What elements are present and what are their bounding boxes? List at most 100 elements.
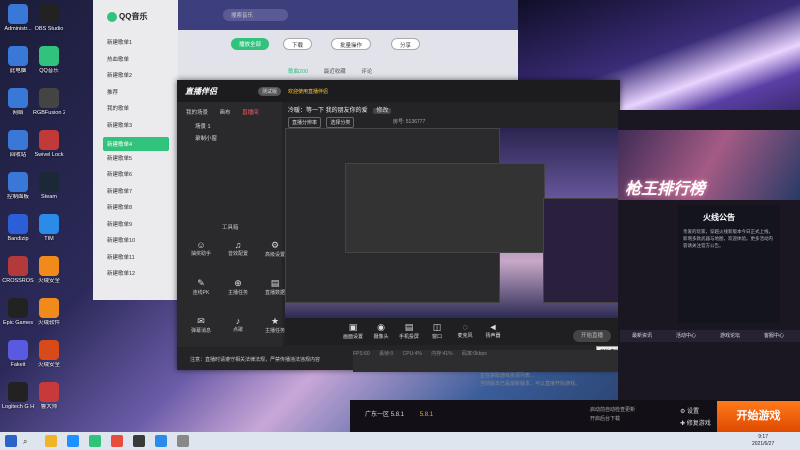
desktop-shortcut[interactable]: Fakeit (2, 340, 34, 369)
desktop-shortcut[interactable]: Epic Games (2, 298, 34, 327)
tool-button[interactable]: ♫ 音效配置 (223, 240, 253, 257)
start-icon[interactable] (5, 435, 17, 447)
shortcut-label: RGBFusion 2.0 (33, 110, 65, 116)
category-chip[interactable]: 选择分类 (326, 117, 355, 128)
sidebar-item-playlist[interactable]: 新建歌单3 (107, 121, 132, 129)
tab-news[interactable]: 最新资讯 (620, 330, 664, 342)
control-button[interactable]: ◄ 扬声器 (475, 322, 511, 339)
sidebar-item-playlist[interactable]: 新建歌单11 (107, 253, 135, 261)
desktop-shortcut[interactable]: 火绒安全 (33, 340, 65, 369)
taskbar-app-icon[interactable] (45, 435, 57, 447)
taskbar-app-icon[interactable] (155, 435, 167, 447)
batch-button[interactable]: 批量操作 (331, 38, 372, 50)
tab-recent[interactable]: 最近收藏 (324, 69, 346, 75)
desktop-shortcut[interactable]: RGBFusion 2.0 (33, 88, 65, 117)
background-download-checkbox[interactable]: 开启后台下载 (590, 415, 635, 424)
settings-button[interactable]: ⚙ 设置 (680, 406, 711, 418)
desktop-shortcut[interactable]: 控制面板 (2, 172, 34, 201)
sidebar-item-playlist[interactable]: 推荐 (107, 88, 118, 96)
tool-button[interactable]: ⊕ 主播任务 (223, 278, 253, 296)
desktop-shortcut[interactable]: Logitech G HUB (2, 382, 34, 411)
shortcut-label: Administr... (4, 26, 32, 32)
sidebar-item-playlist[interactable]: 新建歌单1 (107, 38, 132, 46)
desktop-shortcut[interactable]: Steam (33, 172, 65, 201)
shortcut-label: Logitech G HUB (2, 404, 34, 410)
tool-label: 主播任务 (227, 290, 248, 296)
desktop-shortcut[interactable]: TIM (33, 214, 65, 243)
search-icon[interactable]: ⌕ (23, 437, 27, 447)
sidebar-item-playlist[interactable]: 新建歌单9 (107, 220, 132, 228)
tool-button[interactable]: ✉ 弹幕消息 (186, 316, 216, 334)
taskbar-app-icon[interactable] (89, 435, 101, 447)
news-body: 亲爱的玩家，穿越火线新版本今日正式上线，新增多款武器与地图，欢迎体验。更多活动内… (683, 229, 773, 248)
edit-title-button[interactable]: 修改 (373, 108, 392, 114)
desktop-shortcut[interactable]: Swivel Lock (33, 130, 65, 159)
taskbar-app-icon[interactable] (133, 435, 145, 447)
desktop-shortcut[interactable]: OBS Studio (33, 4, 65, 33)
tab-forum[interactable]: 游戏论坛 (708, 330, 752, 342)
tab-room[interactable]: 直播间 (242, 110, 259, 116)
desktop-shortcut[interactable]: Bandizip (2, 214, 34, 243)
desktop-shortcut[interactable]: 鲁大师 (33, 382, 65, 411)
taskbar-app-icon[interactable] (67, 435, 79, 447)
sidebar-item-playlist[interactable]: 新建歌单12 (107, 269, 135, 277)
tab-events[interactable]: 活动中心 (664, 330, 708, 342)
tool-button[interactable]: ☺ 抽奖助手 (186, 240, 216, 257)
desktop-shortcut[interactable]: Administr... (2, 4, 34, 33)
repair-button[interactable]: ✚ 修复游戏 (680, 418, 711, 430)
desktop-shortcut[interactable]: 回收站 (2, 130, 34, 159)
system-clock[interactable]: 9:17 2021/6/27 (752, 434, 774, 448)
scene-item[interactable]: 场景 1 (195, 122, 211, 130)
sidebar-item-playlist[interactable]: 新建歌单7 (107, 187, 132, 195)
sidebar-item-playlist[interactable]: 新建歌单8 (107, 203, 132, 211)
sidebar-item-playlist[interactable]: 新建歌单5 (107, 154, 132, 162)
server-selector[interactable]: 广东一区 5.8.1 5.8.1 (365, 409, 433, 418)
sidebar-item-playlist[interactable]: 新建歌单4 (103, 137, 169, 151)
play-button[interactable]: 开始游戏 (717, 401, 800, 432)
sidebar-item-playlist[interactable]: 新建歌单10 (107, 236, 135, 244)
tab-comments[interactable]: 评论 (361, 69, 372, 75)
go-live-button[interactable]: 开始直播 (573, 330, 611, 342)
tab-support[interactable]: 客服中心 (752, 330, 796, 342)
tab-canvas[interactable]: 画布 (220, 110, 231, 116)
app-icon (8, 340, 28, 360)
tab-songs[interactable]: 歌曲200 (288, 69, 308, 75)
tool-button[interactable]: ♪ 点歌 (223, 316, 253, 333)
taskbar-app-icon[interactable] (111, 435, 123, 447)
tool-icon: ✎ (197, 278, 205, 288)
stream-title: 冷暖：等一下 我的朋友你的爱 修改 (288, 105, 392, 114)
launcher-options: 启动前自动检查更新 开启后台下载 (590, 406, 635, 424)
sidebar-item-playlist[interactable]: 我的歌单 (107, 104, 129, 112)
desktop-shortcut[interactable]: 火绒安全 (33, 256, 65, 285)
launcher-settings: ⚙ 设置 ✚ 修复游戏 (680, 406, 711, 430)
qq-music-logo-icon (107, 11, 117, 22)
live-warning: 注意：直播时请遵守相关法律法规，严禁传播违法违规内容 (190, 357, 321, 363)
sidebar-item-playlist[interactable]: 新建歌单6 (107, 170, 132, 178)
desktop-shortcut[interactable]: 网络 (2, 88, 34, 117)
tool-button[interactable]: ✎ 连线PK (186, 278, 216, 296)
desktop-shortcut[interactable]: 火绒软件 (33, 298, 65, 327)
scene-item[interactable]: 录制小窗 (195, 134, 217, 142)
download-button[interactable]: 下载 (283, 38, 313, 50)
app-icon (8, 46, 28, 66)
share-button[interactable]: 分享 (391, 38, 421, 50)
desktop-shortcut[interactable]: CROSSROS (2, 256, 34, 285)
live-notice[interactable]: 欢迎使用直播伴侣 (288, 88, 328, 95)
desktop-shortcut[interactable]: QQ音乐 (33, 46, 65, 75)
app-icon (39, 130, 59, 150)
taskbar-app-icon[interactable] (177, 435, 189, 447)
resolution-chip[interactable]: 直播分辨率 (288, 117, 322, 128)
app-icon (39, 340, 59, 360)
sidebar-item-playlist[interactable]: 新建歌单2 (107, 71, 132, 79)
desktop-shortcut[interactable]: 此电脑 (2, 46, 34, 75)
app-icon (8, 256, 28, 276)
auto-update-checkbox[interactable]: 启动前自动检查更新 (590, 406, 635, 415)
app-icon (8, 88, 28, 108)
play-all-button[interactable]: 播放全部 (231, 38, 270, 50)
live-left-tabs: 我的场景 画布 直播间 (186, 108, 269, 116)
tool-label: 点歌 (232, 327, 243, 333)
sidebar-item-playlist[interactable]: 热血歌单 (107, 55, 129, 63)
qq-music-search-input[interactable]: 搜索音乐 (223, 9, 288, 21)
shortcut-label: Steam (41, 194, 57, 200)
tab-scenes[interactable]: 我的场景 (186, 110, 208, 116)
